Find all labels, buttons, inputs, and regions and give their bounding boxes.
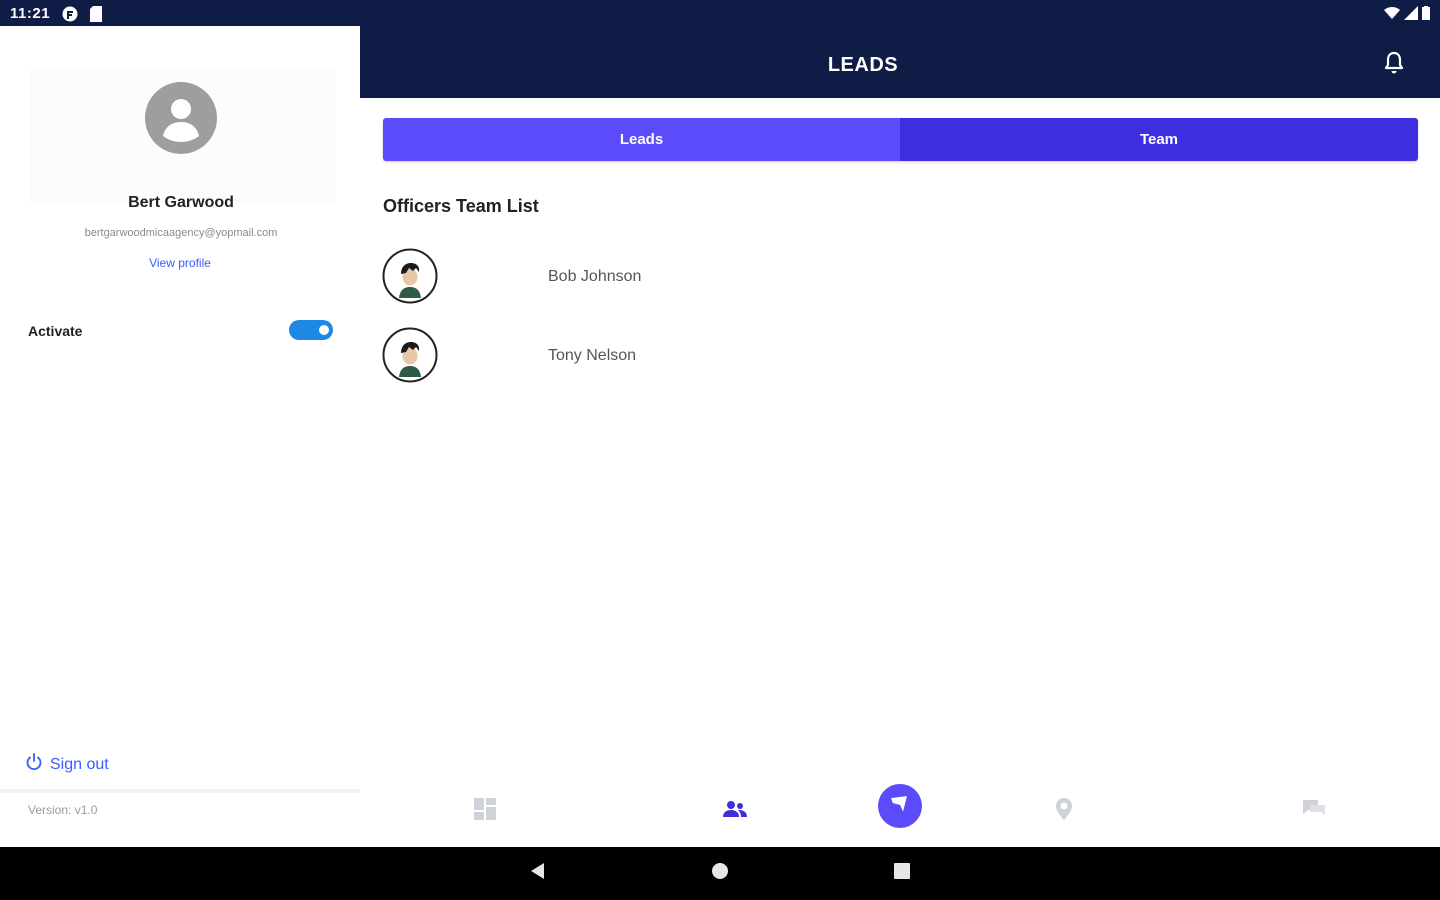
bottom-navigation — [360, 775, 1440, 847]
location-icon — [1054, 797, 1074, 826]
team-member-name: Bob Johnson — [548, 268, 642, 285]
nav-chat[interactable] — [1284, 775, 1344, 847]
status-time: 11:21 — [10, 5, 51, 22]
team-icon — [723, 799, 747, 824]
recents-square-icon — [894, 863, 910, 884]
nav-dashboard[interactable] — [455, 775, 515, 847]
navigation-drawer: Bert Garwood bertgarwoodmicaagency@yopma… — [0, 26, 360, 847]
sign-out-button[interactable]: Sign out — [26, 753, 109, 776]
tab-leads[interactable]: Leads — [383, 118, 900, 161]
battery-icon — [1422, 6, 1430, 25]
send-fab-button[interactable] — [878, 784, 922, 828]
back-triangle-icon — [529, 862, 547, 885]
activate-label: Activate — [28, 323, 83, 339]
chat-icon — [1301, 798, 1327, 825]
back-button[interactable] — [508, 847, 568, 900]
toggle-knob — [319, 325, 329, 335]
page-title: LEADS — [827, 54, 899, 76]
team-member-row[interactable]: Tony Nelson — [382, 327, 782, 383]
send-icon — [890, 794, 910, 819]
lead-team-tabs: Leads Team — [383, 118, 1418, 161]
user-name: Bert Garwood — [128, 194, 234, 211]
home-circle-icon — [711, 862, 729, 885]
system-navigation-bar — [0, 847, 1440, 900]
tab-team[interactable]: Team — [900, 118, 1418, 161]
team-member-name: Tony Nelson — [548, 347, 637, 364]
nav-team[interactable] — [705, 775, 765, 847]
drawer-divider — [0, 789, 360, 793]
user-email: bertgarwoodmicaagency@yopmail.com — [84, 227, 278, 239]
activate-toggle[interactable] — [289, 320, 333, 340]
wifi-icon — [1384, 6, 1400, 25]
view-profile-link[interactable]: View profile — [0, 256, 360, 270]
sign-out-label: Sign out — [50, 755, 109, 773]
status-right-icons — [1384, 6, 1430, 25]
officer-avatar-icon — [382, 248, 438, 304]
officer-avatar-icon — [382, 327, 438, 383]
dashboard-icon — [473, 797, 497, 826]
app-header: LEADS — [360, 26, 1440, 98]
notification-bell-icon[interactable] — [1382, 50, 1406, 81]
user-avatar-icon — [144, 81, 218, 160]
status-bar: 11:21 — [0, 0, 1440, 26]
section-title: Officers Team List — [383, 196, 539, 216]
sd-card-icon — [89, 6, 103, 27]
team-member-row[interactable]: Bob Johnson — [382, 248, 782, 304]
app-notification-icon — [61, 6, 79, 27]
app-version: Version: v1.0 — [28, 803, 98, 817]
nav-location[interactable] — [1034, 775, 1094, 847]
signal-icon — [1404, 6, 1418, 25]
recents-button[interactable] — [872, 847, 932, 900]
power-icon — [26, 753, 42, 776]
home-button[interactable] — [690, 847, 750, 900]
